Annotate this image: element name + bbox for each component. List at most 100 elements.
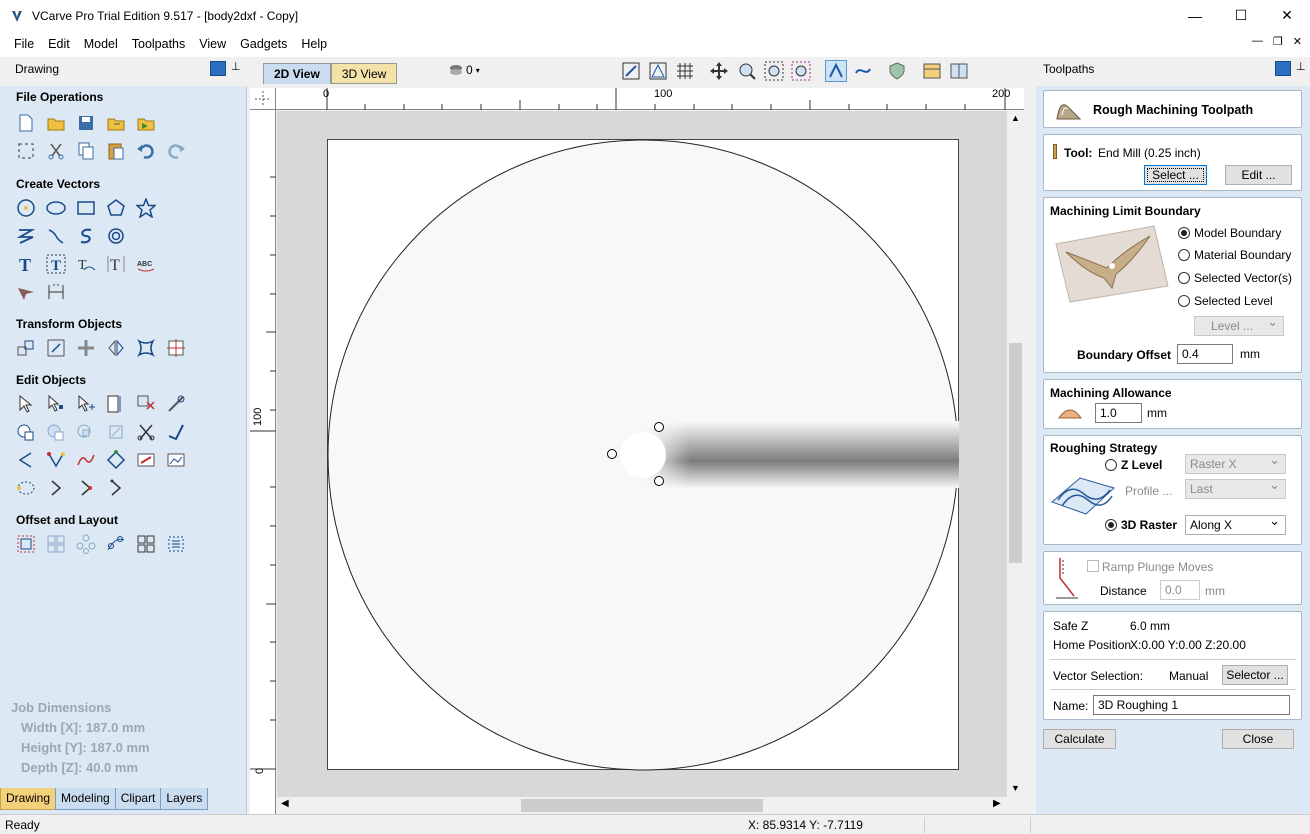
array-copy-icon[interactable] (46, 534, 66, 554)
menu-view[interactable]: View (192, 31, 233, 57)
join-open-vectors-icon[interactable] (16, 450, 36, 470)
menu-toolpaths[interactable]: Toolpaths (125, 31, 193, 57)
nesting-icon[interactable] (136, 534, 156, 554)
open-template-icon[interactable] (106, 113, 126, 133)
tool-visibility-icon[interactable] (852, 60, 874, 82)
node-handle-top[interactable] (654, 422, 664, 432)
scissors-icon[interactable] (136, 422, 156, 442)
shield-preview-icon[interactable] (886, 60, 908, 82)
node-edit-arrow-icon[interactable] (46, 394, 66, 414)
dimension-icon[interactable] (46, 282, 66, 302)
circular-array-icon[interactable] (76, 534, 96, 554)
selected-vectors-radio[interactable]: Selected Vector(s) (1178, 271, 1292, 285)
z-level-radio[interactable]: Z Level (1105, 458, 1162, 472)
polyline-icon[interactable] (16, 226, 36, 246)
pushpin-icon[interactable]: ⊥ (231, 60, 241, 73)
horizontal-scrollbar[interactable]: ◀ ▶ (277, 797, 1007, 814)
scroll-right-icon[interactable]: ▶ (993, 798, 1001, 809)
measure-icon[interactable] (166, 394, 186, 414)
node-edit-icon[interactable] (647, 60, 669, 82)
menu-edit[interactable]: Edit (41, 31, 77, 57)
scroll-left-icon[interactable]: ◀ (281, 798, 289, 809)
text-arc-icon[interactable]: ABC (136, 254, 156, 274)
scroll-down-icon[interactable]: ▼ (1011, 783, 1020, 793)
star-icon[interactable] (136, 198, 156, 218)
raster-3d-radio[interactable]: 3D Raster (1105, 518, 1177, 532)
interactive-transform-icon[interactable] (76, 394, 96, 414)
size-position-icon[interactable] (106, 394, 126, 414)
scale-icon[interactable] (46, 338, 66, 358)
edit-tool-button[interactable]: Edit ... (1225, 165, 1292, 185)
pin-panel-icon[interactable] (210, 61, 226, 76)
select-tool-button[interactable]: Select ... (1144, 165, 1207, 185)
text-auto-layout-icon[interactable]: T (106, 254, 126, 274)
vertical-scrollbar[interactable]: ▲ ▼ (1007, 111, 1024, 797)
nodes-selection-icon[interactable] (16, 478, 36, 498)
mirror-icon[interactable] (106, 338, 126, 358)
subtract-icon[interactable] (46, 422, 66, 442)
ramp-checkbox[interactable] (1087, 560, 1099, 572)
fillet-icon[interactable] (166, 422, 186, 442)
zoom-selection-icon[interactable] (790, 60, 812, 82)
undo-icon[interactable] (136, 141, 156, 161)
offset-edit-icon[interactable] (106, 422, 126, 442)
tab-drawing[interactable]: Drawing (0, 788, 57, 810)
copy-along-vectors-icon[interactable] (106, 534, 126, 554)
rotate-icon[interactable] (76, 338, 96, 358)
menu-help[interactable]: Help (294, 31, 334, 57)
intersect-icon[interactable] (76, 422, 96, 442)
select-tool-icon[interactable] (620, 60, 642, 82)
selector-button[interactable]: Selector ... (1222, 665, 1288, 685)
curve-icon[interactable] (46, 226, 66, 246)
image-trace-icon[interactable] (166, 450, 186, 470)
new-file-icon[interactable] (16, 113, 36, 133)
copy-icon[interactable] (76, 141, 96, 161)
layer-dropdown[interactable]: 0 ▾ (449, 63, 480, 77)
layout-icon-1[interactable] (921, 60, 943, 82)
zoom-extents-icon[interactable] (763, 60, 785, 82)
distort-icon[interactable] (136, 338, 156, 358)
tab-modeling[interactable]: Modeling (55, 788, 116, 810)
maximize-button[interactable]: ☐ (1218, 0, 1264, 31)
weld-icon[interactable] (16, 422, 36, 442)
menu-model[interactable]: Model (77, 31, 125, 57)
chevron-alt-icon[interactable] (106, 478, 126, 498)
spiral-icon[interactable] (106, 226, 126, 246)
redo-icon[interactable] (166, 141, 186, 161)
move-icon[interactable] (16, 338, 36, 358)
minimize-button[interactable]: — (1172, 0, 1218, 31)
s-curve-icon[interactable] (76, 226, 96, 246)
ellipse-icon[interactable] (46, 198, 66, 218)
node-handle-bottom[interactable] (654, 476, 664, 486)
zoom-box-icon[interactable] (736, 60, 758, 82)
save-icon[interactable] (76, 113, 96, 133)
tab-3d-view[interactable]: 3D View (330, 63, 398, 84)
chevron-icon[interactable] (76, 478, 96, 498)
close-window-button[interactable]: ✕ (1264, 0, 1310, 31)
vertical-scroll-thumb[interactable] (1009, 343, 1022, 563)
job-setup-icon[interactable] (16, 141, 36, 161)
allowance-input[interactable]: 1.0 (1095, 403, 1142, 423)
layout-icon-2[interactable] (948, 60, 970, 82)
scroll-up-icon[interactable]: ▲ (1011, 113, 1020, 123)
text-icon[interactable]: T (16, 254, 36, 274)
extend-icon[interactable] (46, 450, 66, 470)
drawing-canvas[interactable] (277, 111, 1007, 797)
polygon-icon[interactable] (106, 198, 126, 218)
material-boundary-radio[interactable]: Material Boundary (1178, 248, 1291, 262)
select-arrow-icon[interactable] (16, 394, 36, 414)
close-button[interactable]: Close (1222, 729, 1294, 749)
create-boundary-icon[interactable] (136, 450, 156, 470)
trim-icon[interactable] (136, 394, 156, 414)
menu-gadgets[interactable]: Gadgets (233, 31, 294, 57)
mdi-restore-icon[interactable]: ❐ (1273, 35, 1283, 48)
smooth-icon[interactable] (76, 450, 96, 470)
grid-icon[interactable] (674, 60, 696, 82)
tab-layers[interactable]: Layers (160, 788, 209, 810)
dimension-arrow-icon[interactable] (16, 282, 36, 302)
mdi-minimize-icon[interactable]: — (1252, 35, 1263, 48)
toolpath-name-input[interactable]: 3D Roughing 1 (1093, 695, 1290, 715)
offset-icon[interactable] (16, 534, 36, 554)
paste-icon[interactable] (106, 141, 126, 161)
mdi-close-icon[interactable]: ✕ (1293, 35, 1302, 48)
